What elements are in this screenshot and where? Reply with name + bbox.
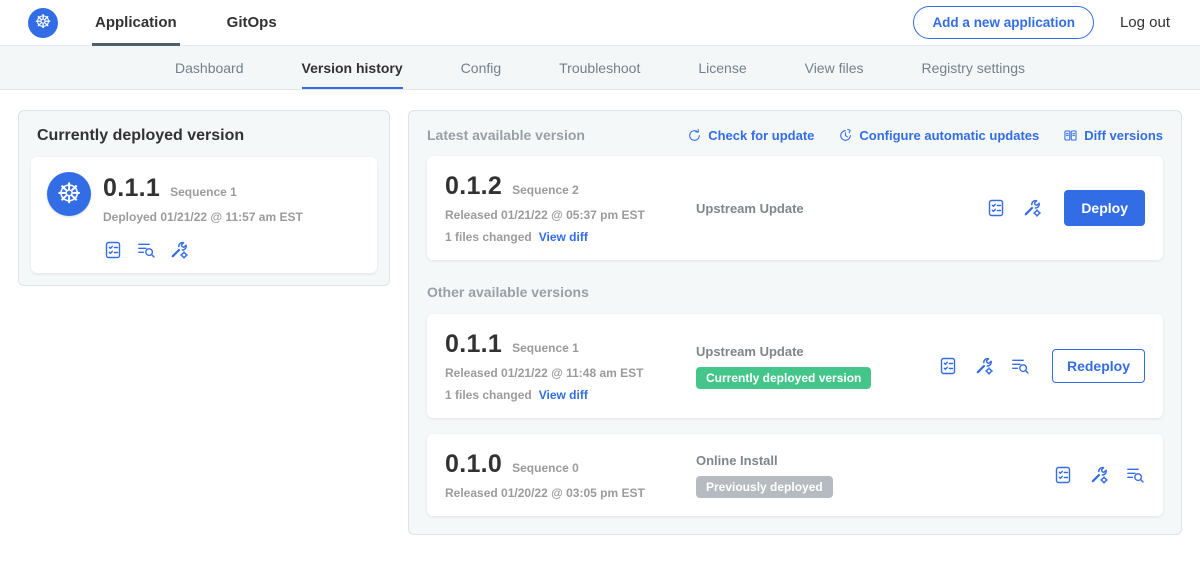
view-diff-link[interactable]: View diff	[539, 388, 588, 402]
version-source: Upstream Update Currently deployed versi…	[696, 344, 938, 389]
sequence-label: Sequence 1	[512, 341, 579, 355]
version-source: Upstream Update	[696, 201, 986, 216]
release-notes-button[interactable]	[103, 240, 123, 260]
helm-wheel-icon: ☸	[56, 180, 81, 208]
deploy-logs-icon	[136, 240, 156, 260]
topbar-right: Add a new application Log out	[913, 6, 1170, 39]
previously-deployed-badge: Previously deployed	[696, 476, 833, 498]
sequence-label: Sequence 0	[512, 461, 579, 475]
logout-button[interactable]: Log out	[1120, 14, 1170, 31]
app-icon: ☸	[47, 172, 91, 216]
released-timestamp: Released 01/21/22 @ 05:37 pm EST	[445, 208, 696, 222]
top-bar: ☸ Application GitOps Add a new applicati…	[0, 0, 1200, 46]
view-diff-link[interactable]: View diff	[539, 230, 588, 244]
version-number: 0.1.2	[445, 172, 502, 201]
edit-config-button[interactable]	[1089, 465, 1109, 485]
deployed-action-icons	[103, 240, 303, 260]
currently-deployed-title: Currently deployed version	[31, 127, 377, 157]
edit-config-icon	[169, 240, 189, 260]
release-notes-icon	[1053, 465, 1073, 485]
subnav-view-files[interactable]: View files	[805, 46, 864, 89]
released-timestamp: Released 01/21/22 @ 11:48 am EST	[445, 366, 696, 380]
currently-deployed-panel: Currently deployed version ☸ 0.1.1 Seque…	[18, 110, 390, 286]
release-notes-button[interactable]	[986, 198, 1006, 218]
schedule-update-icon	[838, 128, 853, 143]
release-notes-icon	[986, 198, 1006, 218]
version-info: 0.1.2 Sequence 2 Released 01/21/22 @ 05:…	[445, 172, 696, 244]
diff-versions-link[interactable]: Diff versions	[1063, 128, 1163, 143]
tab-gitops[interactable]: GitOps	[224, 0, 280, 46]
deploy-logs-button[interactable]	[1010, 356, 1030, 376]
release-notes-button[interactable]	[938, 356, 958, 376]
subnav-troubleshoot[interactable]: Troubleshoot	[559, 46, 640, 89]
edit-config-icon	[1022, 198, 1042, 218]
app-subnav: Dashboard Version history Config Trouble…	[0, 46, 1200, 90]
other-available-title: Other available versions	[427, 284, 1163, 300]
check-for-update-label: Check for update	[708, 128, 814, 143]
kubernetes-logo: ☸	[28, 8, 58, 38]
tab-application[interactable]: Application	[92, 0, 180, 46]
edit-config-button[interactable]	[169, 240, 189, 260]
version-source: Online Install Previously deployed	[696, 453, 1053, 498]
check-for-update-link[interactable]: Check for update	[687, 128, 814, 143]
version-row-actions	[1053, 465, 1145, 485]
released-timestamp: Released 01/20/22 @ 03:05 pm EST	[445, 486, 696, 500]
latest-available-title: Latest available version	[427, 127, 585, 143]
redeploy-button[interactable]: Redeploy	[1052, 349, 1145, 383]
deployed-version-number: 0.1.1	[103, 174, 160, 203]
edit-config-button[interactable]	[974, 356, 994, 376]
deployed-version-card: ☸ 0.1.1 Sequence 1 Deployed 01/21/22 @ 1…	[31, 157, 377, 273]
subnav-config[interactable]: Config	[461, 46, 501, 89]
version-number: 0.1.1	[445, 330, 502, 359]
diff-versions-icon	[1063, 128, 1078, 143]
source-label: Upstream Update	[696, 344, 928, 359]
version-history-header: Latest available version Check for updat…	[427, 127, 1163, 143]
deployed-sequence-label: Sequence 1	[170, 185, 237, 199]
diff-versions-label: Diff versions	[1084, 128, 1163, 143]
release-notes-icon	[103, 240, 123, 260]
version-row-0-1-0: 0.1.0 Sequence 0 Released 01/20/22 @ 03:…	[427, 434, 1163, 516]
source-label: Upstream Update	[696, 201, 976, 216]
version-history-panel: Latest available version Check for updat…	[408, 110, 1182, 535]
deploy-button[interactable]: Deploy	[1064, 190, 1145, 226]
edit-config-icon	[974, 356, 994, 376]
subnav-dashboard[interactable]: Dashboard	[175, 46, 244, 89]
configure-automatic-updates-label: Configure automatic updates	[859, 128, 1039, 143]
edit-config-icon	[1089, 465, 1109, 485]
deploy-logs-icon	[1010, 356, 1030, 376]
sequence-label: Sequence 2	[512, 183, 579, 197]
version-row-actions: Redeploy	[938, 349, 1145, 383]
main-content: Currently deployed version ☸ 0.1.1 Seque…	[0, 90, 1200, 555]
source-label: Online Install	[696, 453, 1043, 468]
files-changed-label: 1 files changed	[445, 388, 532, 402]
currently-deployed-badge: Currently deployed version	[696, 367, 871, 389]
version-row-0-1-2: 0.1.2 Sequence 2 Released 01/21/22 @ 05:…	[427, 156, 1163, 260]
release-notes-button[interactable]	[1053, 465, 1073, 485]
subnav-version-history[interactable]: Version history	[302, 46, 403, 89]
configure-automatic-updates-link[interactable]: Configure automatic updates	[838, 128, 1039, 143]
refresh-icon	[687, 128, 702, 143]
edit-config-button[interactable]	[1022, 198, 1042, 218]
top-nav: Application GitOps	[92, 0, 324, 46]
deployed-version-info: 0.1.1 Sequence 1 Deployed 01/21/22 @ 11:…	[103, 172, 303, 260]
helm-wheel-icon: ☸	[34, 13, 51, 32]
version-info: 0.1.1 Sequence 1 Released 01/21/22 @ 11:…	[445, 330, 696, 402]
deploy-logs-button[interactable]	[1125, 465, 1145, 485]
version-actions: Check for update Configure automatic upd…	[687, 128, 1163, 143]
release-notes-icon	[938, 356, 958, 376]
files-changed-label: 1 files changed	[445, 230, 532, 244]
deploy-logs-button[interactable]	[136, 240, 156, 260]
version-number: 0.1.0	[445, 450, 502, 479]
subnav-license[interactable]: License	[698, 46, 746, 89]
version-row-actions: Deploy	[986, 190, 1145, 226]
version-info: 0.1.0 Sequence 0 Released 01/20/22 @ 03:…	[445, 450, 696, 500]
deployed-timestamp: Deployed 01/21/22 @ 11:57 am EST	[103, 210, 303, 224]
add-application-button[interactable]: Add a new application	[913, 6, 1094, 39]
version-row-0-1-1: 0.1.1 Sequence 1 Released 01/21/22 @ 11:…	[427, 314, 1163, 418]
deploy-logs-icon	[1125, 465, 1145, 485]
subnav-registry-settings[interactable]: Registry settings	[922, 46, 1025, 89]
